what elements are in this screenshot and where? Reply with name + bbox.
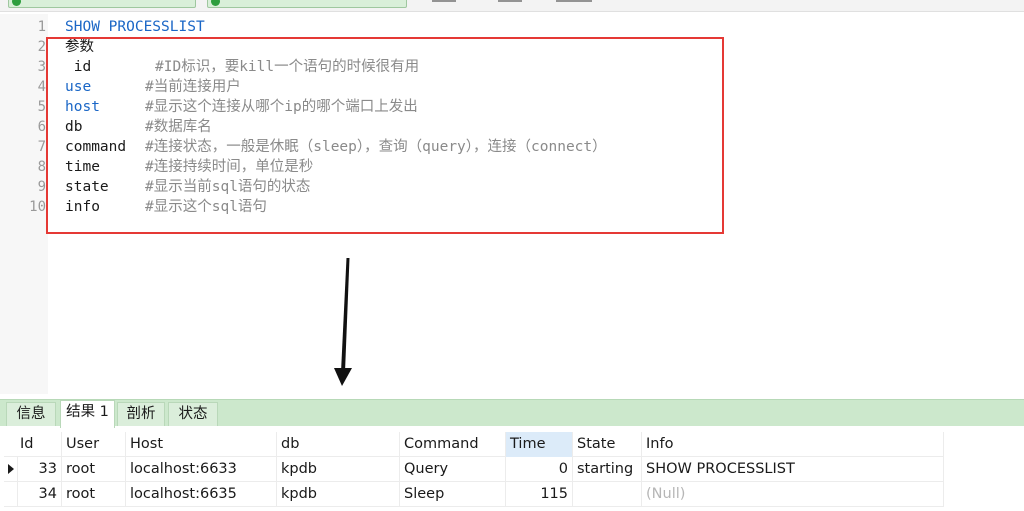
cell-command[interactable]: Sleep [400,482,506,507]
result-panel: 信息 结果 1 剖析 状态 Id User Host db Command Ti… [0,394,1024,511]
cell-state[interactable]: starting [573,457,642,482]
cell-user[interactable]: root [62,457,126,482]
cell-user[interactable]: root [62,482,126,507]
cell-host[interactable]: localhost:6635 [126,482,277,507]
header-user[interactable]: User [62,432,126,457]
row-pointer [4,457,18,482]
empty-pane [944,432,1024,511]
row-pointer-icon [8,464,14,474]
cell-db[interactable]: kpdb [277,457,400,482]
cell-time[interactable]: 0 [506,457,573,482]
cell-id[interactable]: 33 [18,457,62,482]
header-command[interactable]: Command [400,432,506,457]
header-info[interactable]: Info [642,432,944,457]
header-db[interactable]: db [277,432,400,457]
arrow-head [334,368,352,386]
tab-result-1[interactable]: 结果 1 [60,400,115,428]
tab-info[interactable]: 信息 [6,402,56,426]
tab-status[interactable]: 状态 [168,402,218,426]
header-host[interactable]: Host [126,432,277,457]
cell-command[interactable]: Query [400,457,506,482]
row-pointer [4,482,18,507]
grid-header-row: Id User Host db Command Time State Info [4,432,944,457]
tab-profile[interactable]: 剖析 [117,402,165,426]
header-time[interactable]: Time [506,432,573,457]
cell-info[interactable]: SHOW PROCESSLIST [642,457,944,482]
cell-info[interactable]: (Null) [642,482,944,507]
header-state[interactable]: State [573,432,642,457]
table-row[interactable]: 33 root localhost:6633 kpdb Query 0 star… [4,457,944,482]
arrow-shaft [341,258,350,372]
cell-state[interactable] [573,482,642,507]
cell-db[interactable]: kpdb [277,482,400,507]
cell-time[interactable]: 115 [506,482,573,507]
header-id[interactable]: Id [16,432,62,457]
table-row[interactable]: 34 root localhost:6635 kpdb Sleep 115 (N… [4,482,944,507]
cell-host[interactable]: localhost:6633 [126,457,277,482]
result-tabbar: 信息 结果 1 剖析 状态 [0,399,1024,428]
cell-id[interactable]: 34 [18,482,62,507]
